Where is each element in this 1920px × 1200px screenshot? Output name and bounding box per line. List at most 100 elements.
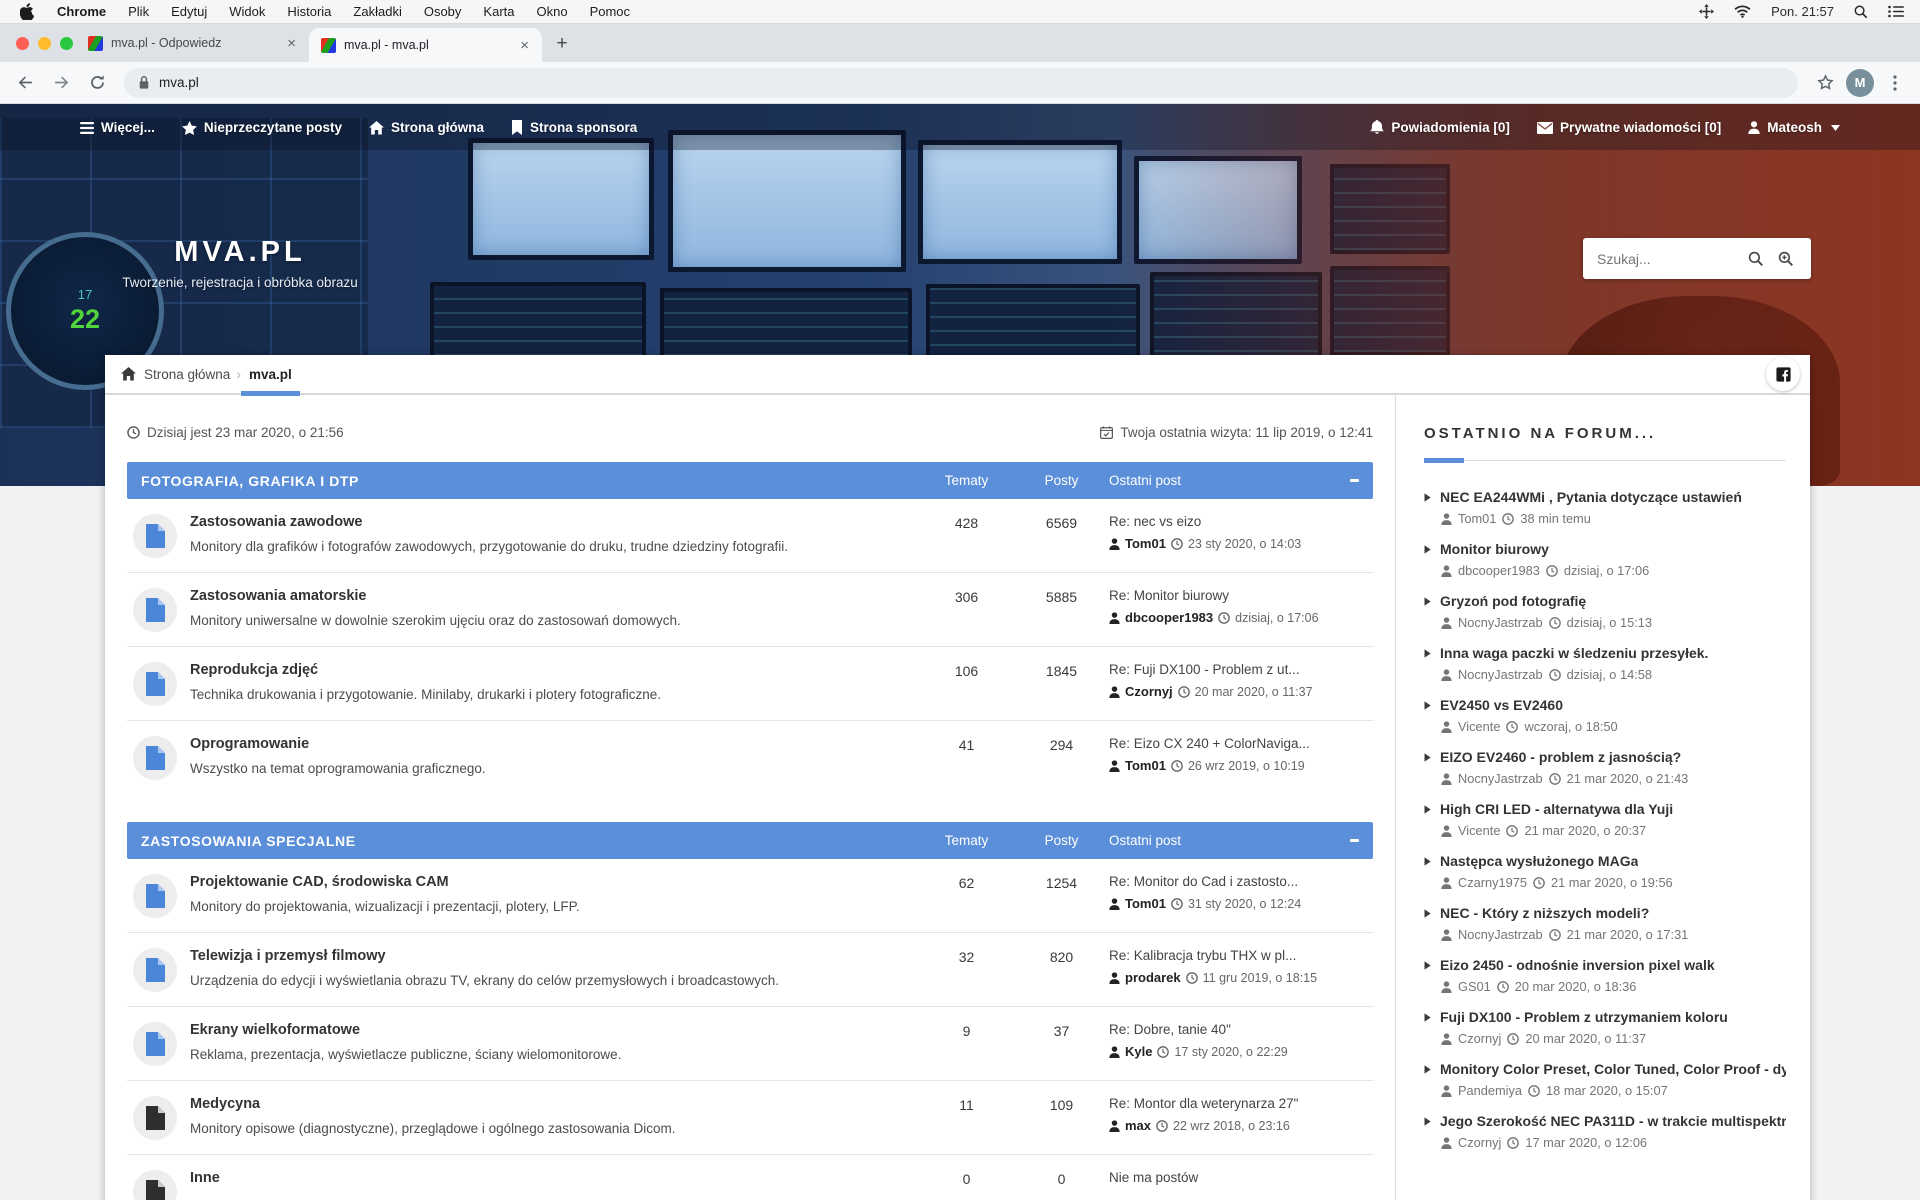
clock-icon — [1549, 773, 1561, 785]
menubar-item-zakładki[interactable]: Zakładki — [342, 0, 412, 24]
recent-topic-link[interactable]: NEC EA244WMi , Pytania dotyczące ustawie… — [1440, 489, 1742, 505]
nav-item[interactable]: Strona główna — [369, 120, 484, 135]
last-post-user-link[interactable]: Kyle — [1125, 1044, 1152, 1059]
address-bar[interactable]: mva.pl — [124, 68, 1798, 98]
forum-row: Reprodukcja zdjęćTechnika drukowania i p… — [127, 647, 1373, 721]
move-arrows-icon[interactable] — [1699, 4, 1714, 19]
recent-topic-link[interactable]: NEC - Który z niższych modeli? — [1440, 905, 1649, 921]
collapse-category-button[interactable] — [1343, 839, 1359, 842]
profile-avatar[interactable]: M — [1846, 69, 1874, 97]
category-name[interactable]: ZASTOSOWANIA SPECJALNE — [141, 833, 919, 849]
favicon — [88, 36, 103, 51]
recent-topic-link[interactable]: Fuji DX100 - Problem z utrzymaniem kolor… — [1440, 1009, 1728, 1025]
notification-center-icon[interactable] — [1888, 5, 1904, 18]
menubar-clock[interactable]: Pon. 21:57 — [1771, 4, 1834, 19]
collapse-category-button[interactable] — [1343, 479, 1359, 482]
menubar-item-plik[interactable]: Plik — [117, 0, 160, 24]
forum-title-link[interactable]: Telewizja i przemysł filmowy — [190, 946, 386, 964]
recent-topic-link[interactable]: Inna waga paczki w śledzeniu przesyłek. — [1440, 645, 1708, 661]
search-submit-button[interactable] — [1741, 244, 1771, 274]
last-post-date: 11 gru 2019, o 18:15 — [1203, 971, 1317, 985]
breadcrumb-current[interactable]: mva.pl — [247, 354, 294, 394]
recent-topic-link[interactable]: Gryzoń pod fotografię — [1440, 593, 1586, 609]
reload-button[interactable] — [82, 68, 112, 98]
back-button[interactable] — [10, 68, 40, 98]
recent-topic-link[interactable]: Monitor biurowy — [1440, 541, 1549, 557]
recent-topic-link[interactable]: Następca wysłużonego MAGa — [1440, 853, 1638, 869]
menubar-item-pomoc[interactable]: Pomoc — [579, 0, 641, 24]
nav-item[interactable]: Powiadomienia [0] — [1370, 120, 1510, 135]
caret-right-icon — [1424, 805, 1431, 814]
menubar-item-edytuj[interactable]: Edytuj — [160, 0, 218, 24]
last-post-link[interactable]: Re: Montor dla weterynarza 27" — [1109, 1096, 1359, 1111]
apple-menu[interactable] — [16, 0, 46, 24]
nav-item[interactable]: Mateosh — [1748, 120, 1840, 135]
recent-topic-user: Vicente — [1458, 719, 1500, 734]
last-post-user-link[interactable]: prodarek — [1125, 970, 1181, 985]
facebook-button[interactable] — [1766, 357, 1800, 391]
new-tab-button[interactable]: + — [548, 30, 576, 58]
forum-title-link[interactable]: Oprogramowanie — [190, 734, 309, 752]
wifi-icon[interactable] — [1734, 5, 1751, 18]
forum-title-link[interactable]: Inne — [190, 1168, 220, 1186]
menubar-item-karta[interactable]: Karta — [472, 0, 525, 24]
recent-topic-link[interactable]: EIZO EV2460 - problem z jasnością? — [1440, 749, 1681, 765]
last-post-user-link[interactable]: Czornyj — [1125, 684, 1173, 699]
user-icon — [1441, 513, 1452, 525]
recent-topic-link[interactable]: EV2450 vs EV2460 — [1440, 697, 1563, 713]
last-post-link[interactable]: Re: nec vs eizo — [1109, 514, 1359, 529]
browser-tab[interactable]: mva.pl - Odpowiedz× — [76, 24, 309, 62]
bookmark-star-button[interactable] — [1810, 68, 1840, 98]
last-post-user-link[interactable]: max — [1125, 1118, 1151, 1133]
last-post-user-link[interactable]: dbcooper1983 — [1125, 610, 1213, 625]
forum-title-link[interactable]: Reprodukcja zdjęć — [190, 660, 318, 678]
tab-close-icon[interactable]: × — [284, 35, 299, 52]
category-name[interactable]: FOTOGRAFIA, GRAFIKA I DTP — [141, 473, 919, 489]
last-post-link[interactable]: Re: Monitor biurowy — [1109, 588, 1359, 603]
caret-right-icon — [1424, 1013, 1431, 1022]
nav-item[interactable]: Strona sponsora — [511, 120, 637, 135]
nav-item[interactable]: Nieprzeczytane posty — [182, 120, 342, 135]
recent-topic-link[interactable]: Jego Szerokość NEC PA311D - w trakcie mu… — [1440, 1113, 1786, 1129]
spotlight-icon[interactable] — [1854, 5, 1868, 19]
menubar-item-historia[interactable]: Historia — [276, 0, 342, 24]
forum-title-link[interactable]: Ekrany wielkoformatowe — [190, 1020, 360, 1038]
minimize-window-button[interactable] — [38, 37, 51, 50]
recent-topic-link[interactable]: Eizo 2450 - odnośnie inversion pixel wal… — [1440, 957, 1715, 973]
last-post-user-link[interactable]: Tom01 — [1125, 896, 1166, 911]
menubar-item-chrome[interactable]: Chrome — [46, 0, 117, 24]
search-input[interactable] — [1597, 251, 1741, 267]
forum-title-link[interactable]: Medycyna — [190, 1094, 260, 1112]
last-post-user-link[interactable]: Tom01 — [1125, 536, 1166, 551]
recent-topic-link[interactable]: High CRI LED - alternatywa dla Yuji — [1440, 801, 1673, 817]
last-post-link[interactable]: Re: Monitor do Cad i zastosto... — [1109, 874, 1359, 889]
browser-tab[interactable]: mva.pl - mva.pl× — [309, 28, 542, 62]
recent-topic-link[interactable]: Monitory Color Preset, Color Tuned, Colo… — [1440, 1061, 1786, 1077]
forum-title-link[interactable]: Zastosowania zawodowe — [190, 512, 362, 530]
breadcrumb-home-link[interactable]: Strona główna — [121, 367, 230, 382]
chrome-menu-button[interactable] — [1880, 68, 1910, 98]
menubar-item-widok[interactable]: Widok — [218, 0, 276, 24]
last-post-link[interactable]: Re: Fuji DX100 - Problem z ut... — [1109, 662, 1359, 677]
user-icon — [1441, 617, 1452, 629]
advanced-search-button[interactable] — [1771, 244, 1801, 274]
menubar-item-osoby[interactable]: Osoby — [413, 0, 473, 24]
recent-topic-user: NocnyJastrzab — [1458, 615, 1543, 630]
last-post-user-link[interactable]: Tom01 — [1125, 758, 1166, 773]
today-date: Dzisiaj jest 23 mar 2020, o 21:56 — [127, 425, 344, 440]
menubar-item-okno[interactable]: Okno — [526, 0, 579, 24]
tab-close-icon[interactable]: × — [517, 37, 532, 54]
forum-title-link[interactable]: Projektowanie CAD, środowiska CAM — [190, 872, 449, 890]
sidebar-heading-rule — [1424, 458, 1786, 463]
last-post-link[interactable]: Re: Dobre, tanie 40" — [1109, 1022, 1359, 1037]
nav-item[interactable]: Więcej... — [80, 120, 155, 135]
forum-title-link[interactable]: Zastosowania amatorskie — [190, 586, 367, 604]
zoom-window-button[interactable] — [60, 37, 73, 50]
nav-item[interactable]: Prywatne wiadomości [0] — [1537, 120, 1721, 135]
clock-icon — [1549, 617, 1561, 629]
forum-status-icon — [133, 514, 177, 558]
last-post-link[interactable]: Re: Kalibracja trybu THX w pl... — [1109, 948, 1359, 963]
last-post-link[interactable]: Re: Eizo CX 240 + ColorNaviga... — [1109, 736, 1359, 751]
close-window-button[interactable] — [16, 37, 29, 50]
forward-button[interactable] — [46, 68, 76, 98]
